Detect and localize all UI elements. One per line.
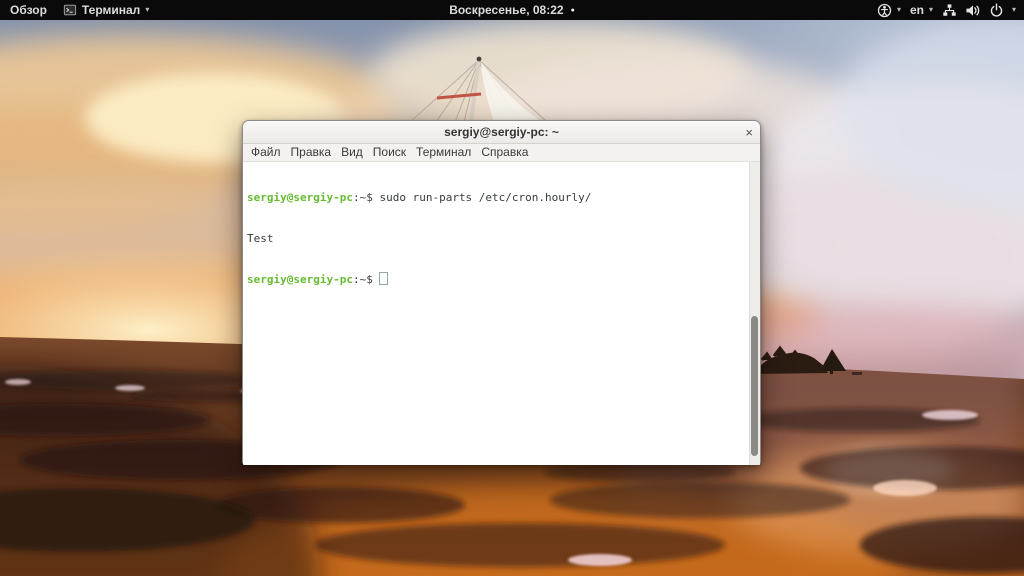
chevron-down-icon: ▾ (145, 5, 150, 14)
terminal-line: sergiy@sergiy-pc:~$ sudo run-parts /etc/… (247, 191, 746, 205)
app-menu[interactable]: Терминал ▾ (63, 0, 149, 20)
terminal-output-line: Test (247, 231, 274, 245)
scrollbar-track[interactable] (749, 162, 760, 465)
clock[interactable]: Воскресенье, 08:22 (449, 3, 563, 17)
menu-terminal[interactable]: Терминал (411, 144, 476, 161)
command-text: sudo run-parts /etc/cron.hourly/ (379, 191, 592, 204)
top-bar: Обзор Терминал ▾ Воскресенье, 08:22 ● ▾ … (0, 0, 1024, 20)
menu-search[interactable]: Поиск (368, 144, 411, 161)
power-icon (990, 2, 1003, 17)
window-titlebar[interactable]: sergiy@sergiy-pc: ~ × (243, 121, 760, 144)
menu-edit[interactable]: Правка (286, 144, 337, 161)
terminal-window: sergiy@sergiy-pc: ~ × Файл Правка Вид По… (242, 120, 761, 465)
notification-dot-icon: ● (570, 6, 575, 14)
accessibility-menu[interactable]: ▾ (877, 0, 901, 20)
system-status-area[interactable]: ▾ en ▾ ▾ (877, 0, 1016, 20)
network-wired-icon (943, 3, 956, 16)
app-menu-label: Терминал (81, 3, 141, 17)
prompt-tail: :~$ (352, 191, 380, 204)
chevron-down-icon: ▾ (896, 5, 901, 14)
keyboard-layout-menu[interactable]: en ▾ (910, 0, 933, 20)
system-menu[interactable]: ▾ (942, 0, 1016, 20)
window-title: sergiy@sergiy-pc: ~ (444, 125, 559, 139)
prompt-user-host: sergiy@sergiy-pc (247, 191, 353, 204)
volume-icon (966, 4, 980, 16)
menu-file[interactable]: Файл (246, 144, 286, 161)
terminal-line: sergiy@sergiy-pc:~$ (247, 272, 746, 287)
scrollbar-thumb[interactable] (751, 316, 758, 456)
terminal-cursor (379, 272, 389, 285)
desktop: Обзор Терминал ▾ Воскресенье, 08:22 ● ▾ … (0, 0, 1024, 576)
menu-help[interactable]: Справка (476, 144, 533, 161)
prompt-tail: :~$ (352, 273, 380, 286)
terminal-app-icon (63, 4, 77, 16)
accessibility-icon (877, 3, 892, 17)
chevron-down-icon: ▾ (1011, 5, 1016, 14)
menu-view[interactable]: Вид (336, 144, 368, 161)
chevron-down-icon: ▾ (928, 5, 933, 14)
terminal-content[interactable]: sergiy@sergiy-pc:~$ sudo run-parts /etc/… (243, 162, 760, 465)
menu-bar: Файл Правка Вид Поиск Терминал Справка (243, 144, 760, 162)
keyboard-layout-label: en (909, 3, 924, 17)
prompt-user-host: sergiy@sergiy-pc (247, 273, 353, 286)
activities-button[interactable]: Обзор (10, 0, 47, 20)
close-button[interactable]: × (745, 121, 753, 143)
